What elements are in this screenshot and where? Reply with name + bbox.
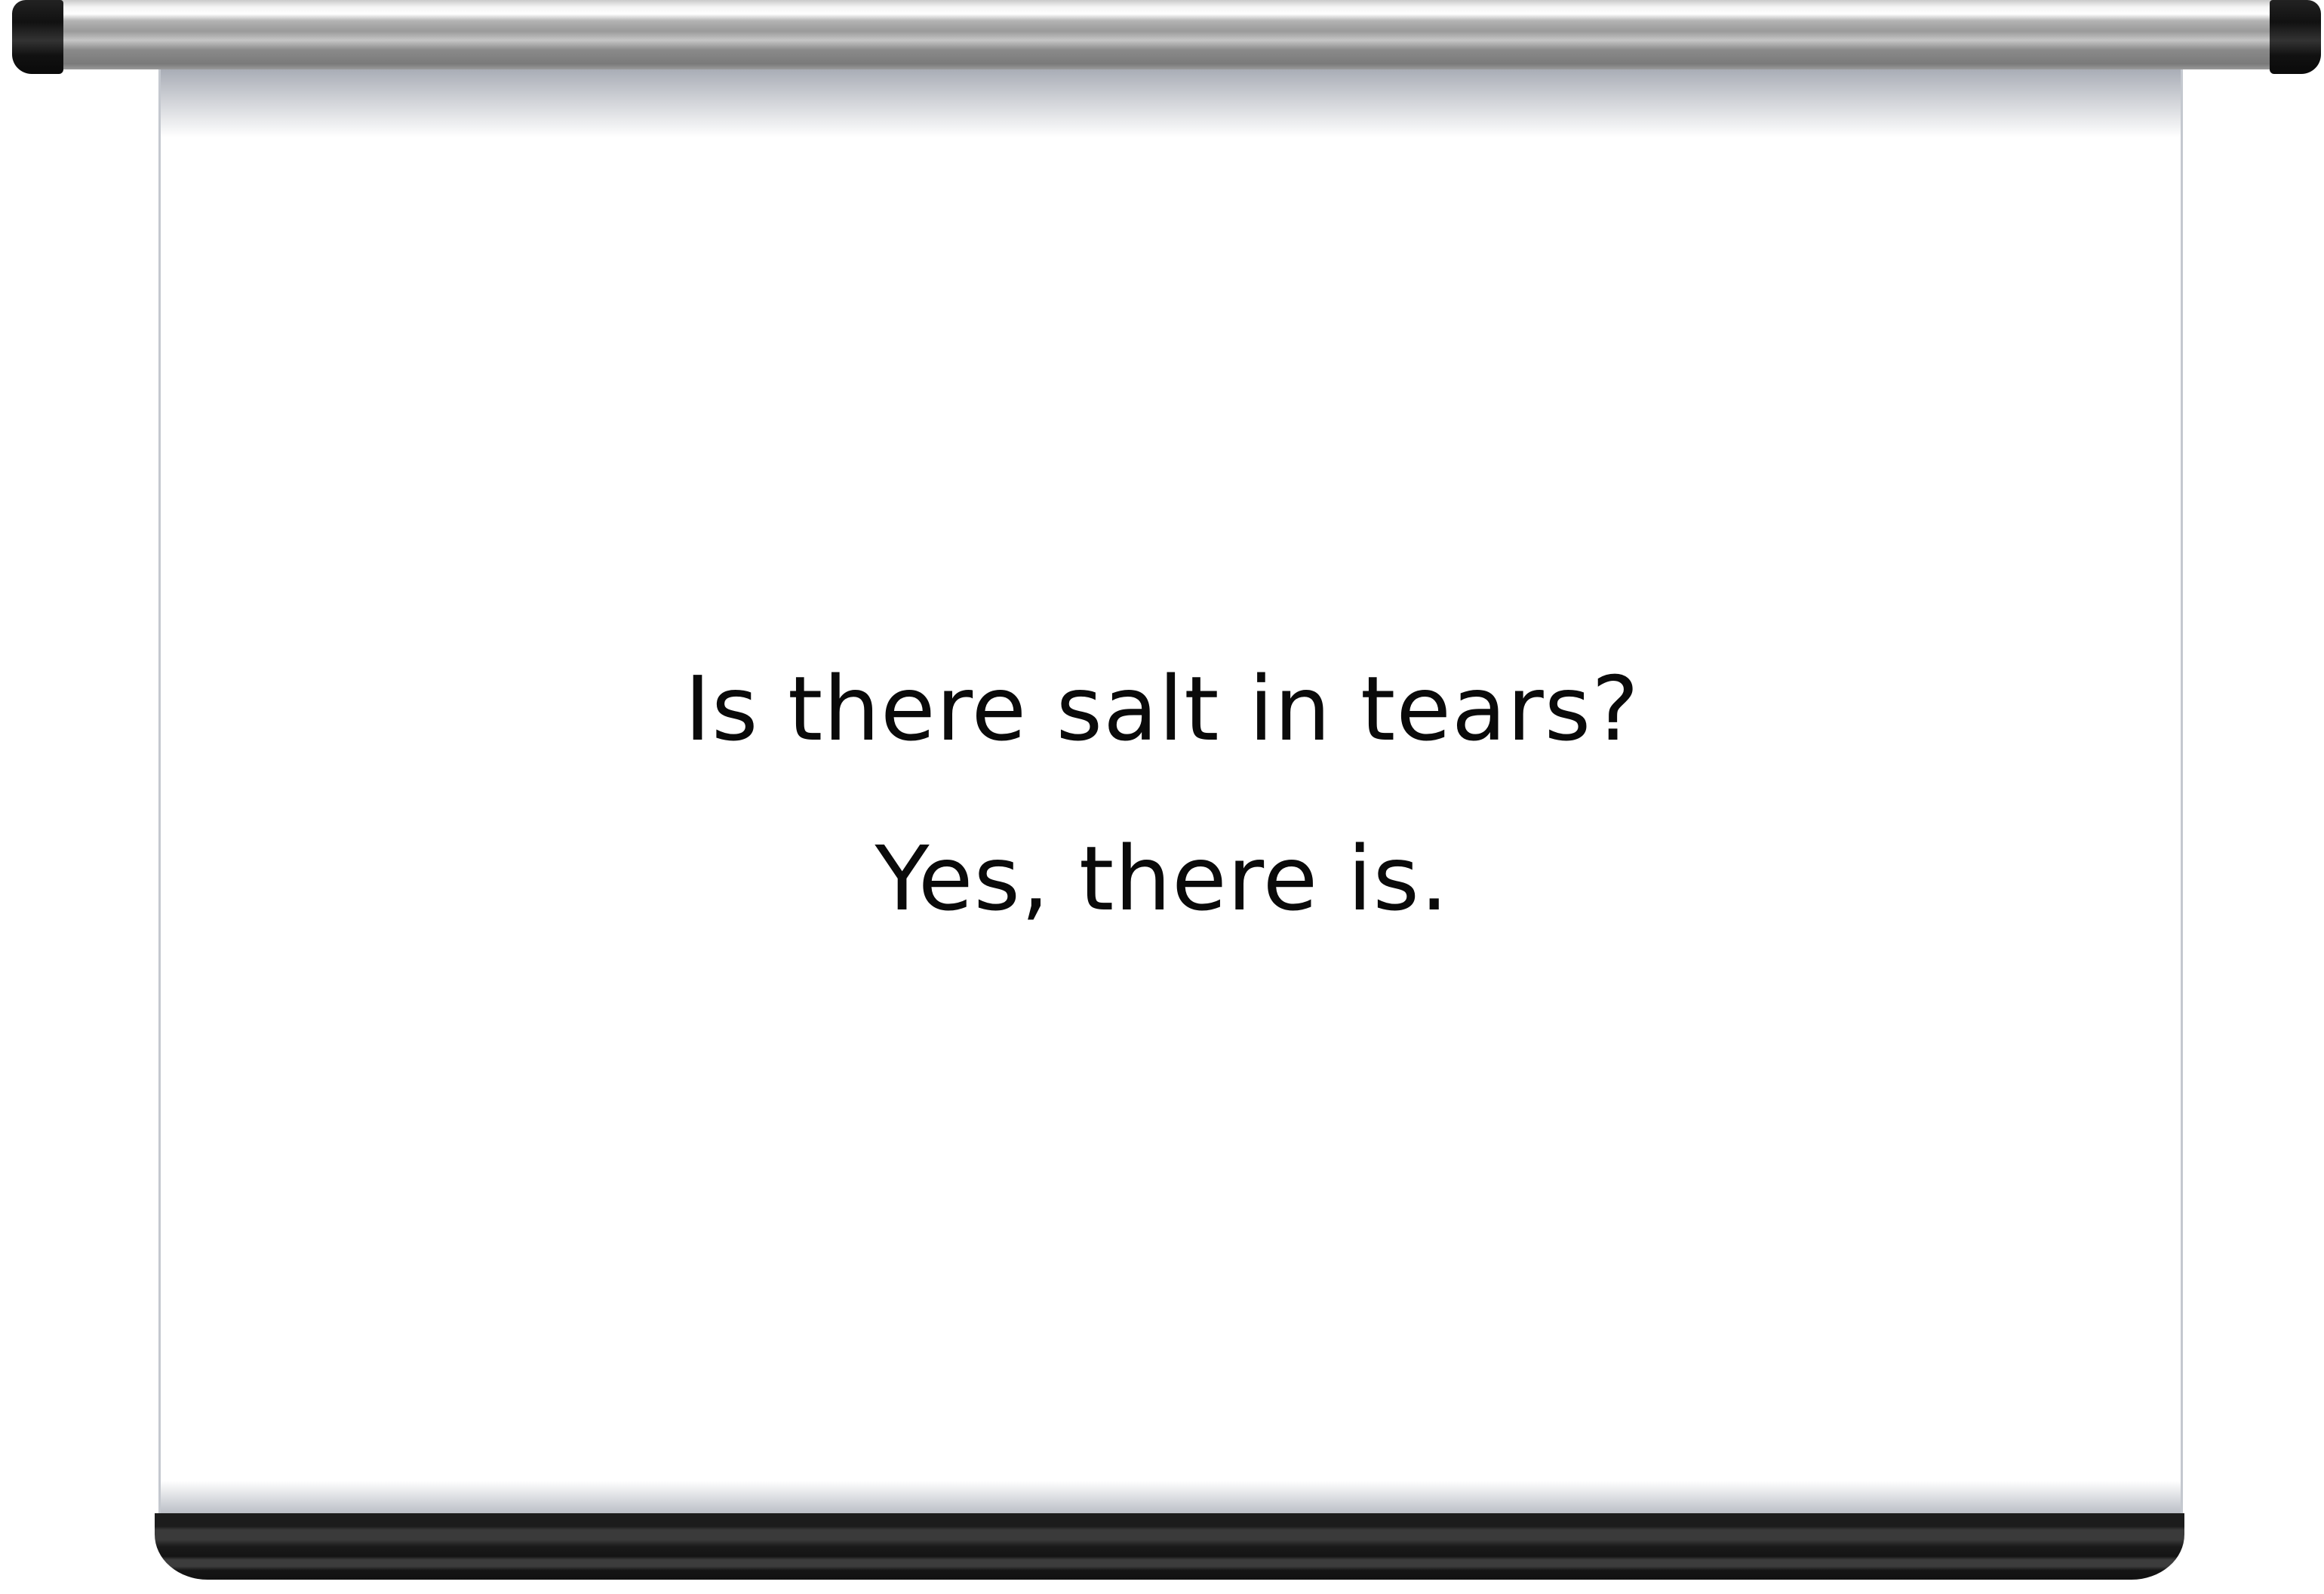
screen-bottom-bar: [155, 1513, 2184, 1580]
projector-screen: [158, 69, 2183, 1515]
roller-right-endcap: [2270, 0, 2321, 74]
answer-text: Yes, there is.: [875, 826, 1449, 931]
projector-screen-roller: [30, 0, 2294, 69]
question-text: Is there salt in tears?: [684, 657, 1640, 761]
roller-left-endcap: [12, 0, 63, 74]
